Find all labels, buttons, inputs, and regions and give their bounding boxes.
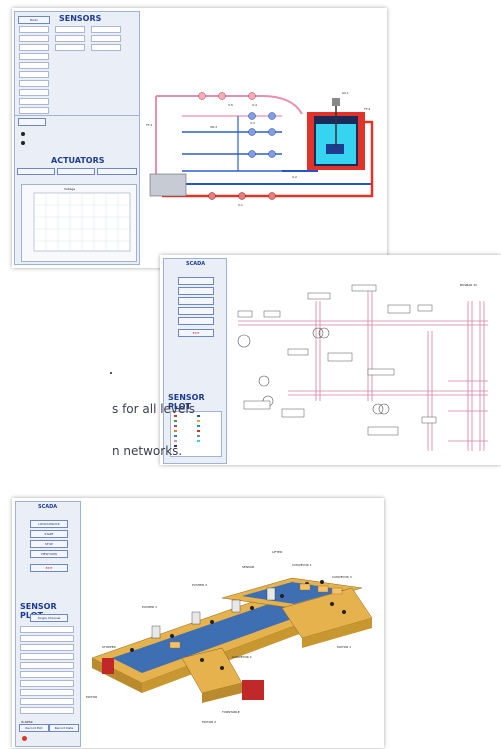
bullet-dot [110,372,112,374]
svg-text:LIFTER: LIFTER [272,550,282,554]
panel-title: SCADA [38,504,58,510]
screenshot-process-scada: SENSORS Modo ACTUATORS Voltage V-5 V-4 V… [12,8,387,268]
svg-text:CONVEYOR 3: CONVEYOR 3 [332,575,352,579]
one-line-diagram [237,284,488,451]
svg-text:MOTOR 2: MOTOR 2 [202,720,216,724]
sensor-row[interactable] [91,26,121,33]
sensor-row[interactable]: IS-RPS5 [20,671,74,688]
divider [15,115,139,116]
svg-text:TURNTABLE: TURNTABLE [221,710,240,714]
svg-text:TT-2: TT-2 [363,107,370,111]
sensor-row[interactable]: IS-RPS8 [20,698,74,715]
body-text-line2: n networks. [112,444,183,458]
sensor-row[interactable]: IS-RPS4 [20,662,74,679]
screenshot-electrical-scada: SCADA EXIT SENSOR PLOT BUSBAR 3C [160,255,501,465]
svg-text:AV-1: AV-1 [342,91,349,95]
sensor-row[interactable]: IS-RPS2 [20,644,74,661]
record-data-button[interactable]: Record Data [49,724,79,732]
status-lamp [22,736,27,741]
sensor-row[interactable]: SPW-01 [20,626,74,643]
sensor-row[interactable] [19,98,49,105]
sensor-row[interactable]: IS-RPS1 [20,635,74,652]
sensor-row[interactable] [19,89,49,96]
actuator-tab[interactable] [97,168,137,175]
svg-text:V-1: V-1 [238,203,243,207]
svg-text:PUSHER 2: PUSHER 2 [192,583,207,587]
indicator-lamp [21,141,25,145]
sensor-row[interactable] [19,62,49,69]
svg-text:VR-3: VR-3 [210,125,217,129]
screenshot-conveyor-scada: SCADA LOCK/UNLOCK START STOP VIEW DATA E… [12,498,384,748]
start-button[interactable]: START [30,530,68,538]
sensor-row[interactable] [19,71,49,78]
control-button[interactable] [18,118,46,126]
sensor-row[interactable] [91,44,121,51]
actuators-title: ACTUATORS [51,156,105,165]
mode-button[interactable]: Modo [18,16,50,24]
panel-title: SCADA [186,261,206,267]
sensor-row[interactable] [19,107,49,114]
sensor-row[interactable] [55,35,85,42]
sensor-row[interactable] [19,44,49,51]
svg-text:V-2: V-2 [292,175,297,179]
stop-button[interactable] [178,297,214,305]
red-bin [242,680,264,700]
start-button[interactable] [178,287,214,295]
actuator-tab[interactable] [17,168,55,175]
plot-mode-select[interactable]: Single Channel [30,614,68,622]
actuator-plot: Voltage [21,184,137,262]
svg-text:MOTOR 1: MOTOR 1 [337,645,351,649]
plot-grid [33,192,131,252]
svg-text:CONVEYOR 1: CONVEYOR 1 [292,563,312,567]
svg-text:SENSOR: SENSOR [242,565,254,569]
exit-button[interactable]: EXIT [178,329,214,337]
process-diagram: V-5 V-4 V-3 AV-1 TT-1 VR-3 V-2 V-1 TT-2 [145,91,374,207]
lock-button[interactable] [178,277,214,285]
sensor-row[interactable]: IS-RPS9 [20,707,74,724]
conveyor-diagram: CONVEYOR 1 CONVEYOR 2 CONVEYOR 3 PUSHER … [86,550,373,724]
scada-panel: SCADA EXIT SENSOR PLOT [163,258,227,464]
svg-text:PUSHER 1: PUSHER 1 [142,605,157,609]
lock-unlock-button[interactable]: LOCK/UNLOCK [30,520,68,528]
actuator-tab[interactable] [57,168,95,175]
boiler [149,173,187,197]
exit-button[interactable]: EXIT [30,564,68,572]
svg-text:V-4: V-4 [252,103,257,107]
sensors-panel: SENSORS Modo ACTUATORS Voltage [14,11,140,265]
view-data-button[interactable]: VIEW DATA [30,550,68,558]
svg-text:V-3: V-3 [250,121,255,125]
settings-button[interactable] [178,317,214,325]
sensor-row[interactable] [19,53,49,60]
sensor-row[interactable] [55,26,85,33]
view-data-button[interactable] [178,307,214,315]
sensor-row[interactable] [19,26,49,33]
indicator-lamp [21,132,25,136]
body-text-line1: s for all levels [112,402,196,416]
svg-text:CONVEYOR 2: CONVEYOR 2 [232,655,252,659]
svg-text:V-5: V-5 [228,103,233,107]
scada-panel: SCADA LOCK/UNLOCK START STOP VIEW DATA E… [15,501,81,747]
sensor-row[interactable]: IS-RPS7 [20,689,74,706]
stop-button[interactable]: STOP [30,540,68,548]
sensor-row[interactable] [55,44,85,51]
record-plot-button[interactable]: Record Plot [19,724,49,732]
sensor-row[interactable] [19,35,49,42]
svg-text:TT-1: TT-1 [145,123,152,127]
sensors-title: SENSORS [59,14,102,23]
svg-text:MOTOR: MOTOR [86,695,97,699]
svg-text:STOPPER: STOPPER [102,645,116,649]
sensor-row[interactable] [19,80,49,87]
sensor-row[interactable]: IS-RPS6 [20,680,74,697]
sensor-row[interactable]: IS-RPS3 [20,653,74,670]
sensor-row[interactable] [91,35,121,42]
